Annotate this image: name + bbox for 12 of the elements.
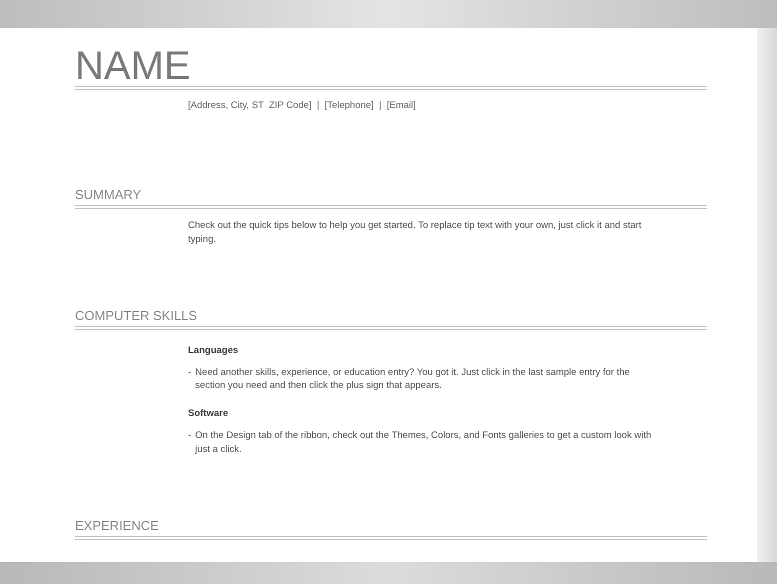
contact-line: [Address, City, ST ZIP Code] | [Telephone] | [Email] xyxy=(188,99,417,113)
bullet-text: On the Design tab of the ribbon, check out the Themes, Colors, and Fonts galleries to get a custom look with just a click. xyxy=(195,428,652,456)
summary-text: Check out the quick tips below to help you get started. To replace tip text with your own, just click it and start typing. xyxy=(188,218,642,246)
bullet-text: Need another skills, experience, or education entry? You got it. Just click in the last sample entry for the section you need and then click the plus sign that appears. xyxy=(195,366,631,394)
skill-category: Languages xyxy=(188,344,240,358)
skill-category: Software xyxy=(188,407,230,421)
section-heading: EXPERIENCE xyxy=(75,517,160,536)
bullet-marker: - xyxy=(188,366,192,380)
name-heading: NAME xyxy=(75,46,192,86)
section-heading: SUMMARY xyxy=(75,186,142,204)
section-heading: COMPUTER SKILLS xyxy=(75,307,198,326)
bullet-marker: - xyxy=(188,428,192,443)
